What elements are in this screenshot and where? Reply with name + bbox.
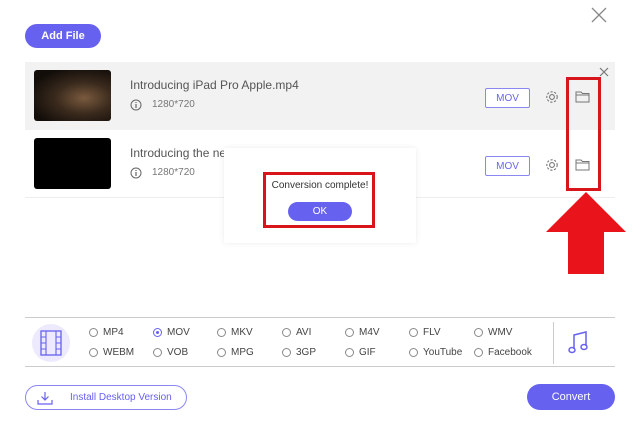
radio-button[interactable] <box>282 348 291 357</box>
radio-button[interactable] <box>153 348 162 357</box>
format-label: YouTube <box>423 347 463 358</box>
file-resolution: 1280*720 <box>152 99 195 110</box>
radio-button[interactable] <box>474 348 483 357</box>
radio-button[interactable] <box>409 328 418 337</box>
install-label: Install Desktop Version <box>70 392 172 403</box>
download-icon <box>37 391 53 405</box>
format-label: GIF <box>359 347 376 358</box>
format-option-gif[interactable]: GIF <box>345 347 376 358</box>
format-option-mpg[interactable]: MPG <box>217 347 254 358</box>
info-icon <box>130 99 142 111</box>
add-file-button[interactable]: Add File <box>25 24 101 48</box>
format-option-flv[interactable]: FLV <box>409 327 441 338</box>
format-option-youtube[interactable]: YouTube <box>409 347 462 358</box>
format-option-m4v[interactable]: M4V <box>345 327 380 338</box>
video-thumbnail <box>34 138 111 189</box>
format-label: 3GP <box>296 347 317 358</box>
music-note-icon[interactable] <box>567 330 589 356</box>
file-name: Introducing iPad Pro Apple.mp4 <box>130 78 299 92</box>
format-label: AVI <box>296 327 312 338</box>
format-option-facebook[interactable]: Facebook <box>474 347 532 358</box>
radio-button[interactable] <box>217 328 226 337</box>
file-row: Introducing iPad Pro Apple.mp4 1280*720 … <box>25 62 615 130</box>
output-format-button[interactable]: MOV <box>485 156 530 176</box>
format-label: WEBM <box>103 347 135 358</box>
gear-icon[interactable] <box>544 89 560 105</box>
format-option-webm[interactable]: WEBM <box>89 347 134 358</box>
video-format-icon[interactable] <box>32 324 70 362</box>
file-resolution: 1280*720 <box>152 167 195 178</box>
info-icon <box>130 167 142 179</box>
video-thumbnail <box>34 70 111 121</box>
file-name: Introducing the ne <box>130 146 227 160</box>
format-label: MPG <box>231 347 254 358</box>
panel-divider <box>553 322 554 364</box>
dialog-highlight-box <box>263 172 375 228</box>
format-label: FLV <box>423 327 441 338</box>
install-desktop-button[interactable]: Install Desktop Version <box>25 385 187 410</box>
format-label: MKV <box>231 327 253 338</box>
format-label: VOB <box>167 347 189 358</box>
gear-icon[interactable] <box>544 157 560 173</box>
format-label: WMV <box>488 327 513 338</box>
format-option-wmv[interactable]: WMV <box>474 327 512 338</box>
format-option-mp4[interactable]: MP4 <box>89 327 124 338</box>
radio-button[interactable] <box>474 328 483 337</box>
format-option-vob[interactable]: VOB <box>153 347 188 358</box>
format-label: M4V <box>359 327 380 338</box>
format-label: MP4 <box>103 327 124 338</box>
output-format-button[interactable]: MOV <box>485 88 530 108</box>
radio-button[interactable] <box>409 348 418 357</box>
radio-button[interactable] <box>345 328 354 337</box>
close-window-icon[interactable] <box>590 6 608 24</box>
radio-button[interactable] <box>282 328 291 337</box>
radio-button[interactable] <box>345 348 354 357</box>
format-option-avi[interactable]: AVI <box>282 327 311 338</box>
format-panel: MP4 MOV MKV AVI M4V FLV WMV WEBM VOB MPG… <box>25 317 615 367</box>
folder-highlight-box <box>566 77 601 191</box>
format-label: Facebook <box>488 347 532 358</box>
format-label: MOV <box>167 327 190 338</box>
radio-button[interactable] <box>153 328 162 337</box>
format-option-3gp[interactable]: 3GP <box>282 347 316 358</box>
radio-button[interactable] <box>89 348 98 357</box>
up-arrow-annotation-icon <box>546 192 626 274</box>
radio-button[interactable] <box>217 348 226 357</box>
radio-button[interactable] <box>89 328 98 337</box>
format-option-mkv[interactable]: MKV <box>217 327 253 338</box>
convert-button[interactable]: Convert <box>527 384 615 410</box>
format-option-mov[interactable]: MOV <box>153 327 190 338</box>
